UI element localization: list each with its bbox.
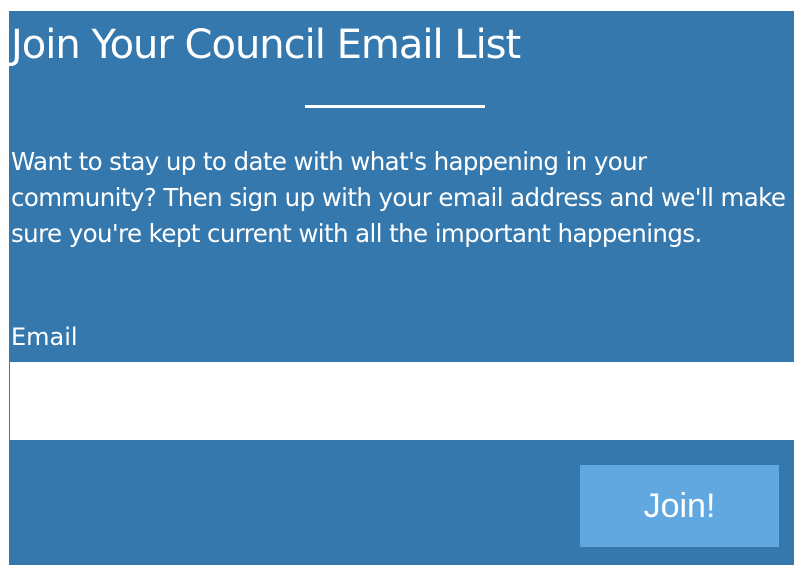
email-signup-panel: Join Your Council Email List Want to sta… <box>9 11 794 565</box>
signup-title: Join Your Council Email List <box>11 22 521 68</box>
title-divider <box>305 105 485 108</box>
email-input[interactable] <box>10 362 794 440</box>
email-label: Email <box>11 323 78 351</box>
signup-description: Want to stay up to date with what's happ… <box>11 147 786 248</box>
join-button[interactable]: Join! <box>580 465 779 547</box>
